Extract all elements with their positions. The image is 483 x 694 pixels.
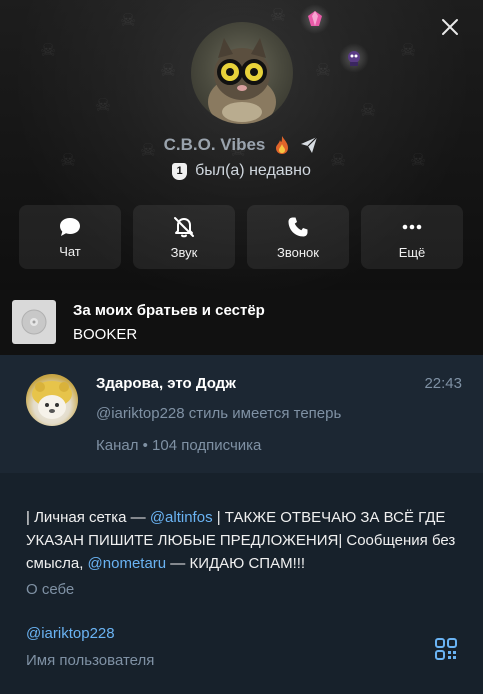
call-button-label: Звонок bbox=[277, 244, 319, 260]
skull-pattern-icon: ☠ bbox=[95, 95, 112, 116]
shield-badge-icon: 1 bbox=[172, 162, 188, 180]
track-cover bbox=[12, 300, 56, 344]
skull-pattern-icon: ☠ bbox=[160, 60, 177, 81]
skull-pattern-icon: ☠ bbox=[40, 40, 57, 61]
bio-text: | Личная сетка — @altinfos | ТАКЖЕ ОТВЕЧ… bbox=[26, 506, 466, 575]
action-buttons: Чат Звук Звонок Ещё bbox=[19, 205, 463, 269]
track-artist: BOOKER bbox=[73, 326, 138, 343]
channel-last-message: @iariktop228 стиль имеется теперь bbox=[96, 405, 342, 422]
skull-pattern-icon: ☠ bbox=[270, 5, 287, 26]
profile-header: ☠ ☠ ☠ ☠ ☠ ☠ ☠ ☠ ☠ ☠ ☠ ☠ ☠ C.B.O. Vibes 1… bbox=[0, 0, 483, 290]
channel-info: Канал • 104 подписчика bbox=[96, 437, 262, 454]
channel-avatar bbox=[26, 374, 78, 426]
gem-icon bbox=[308, 11, 322, 26]
creature-icon bbox=[348, 51, 360, 66]
dog-in-costume-avatar-icon bbox=[32, 381, 72, 419]
profile-info-section: | Личная сетка — @altinfos | ТАКЖЕ ОТВЕЧ… bbox=[0, 473, 483, 694]
more-button[interactable]: Ещё bbox=[361, 205, 463, 269]
profile-name: C.B.O. Vibes bbox=[163, 135, 266, 154]
username-link[interactable]: @iariktop228 bbox=[26, 625, 115, 642]
bell-muted-icon bbox=[174, 216, 194, 237]
qr-code-icon bbox=[435, 638, 457, 660]
bio-link-nometaru[interactable]: @nometaru bbox=[88, 555, 167, 572]
last-seen-status: был(а) недавно bbox=[195, 162, 311, 179]
mute-button-label: Звук bbox=[170, 244, 198, 260]
profile-music-track[interactable]: За моих братьев и сестёр BOOKER bbox=[0, 290, 483, 355]
bio-caption: О себе bbox=[26, 581, 75, 598]
call-button[interactable]: Звонок bbox=[247, 205, 349, 269]
skull-pattern-icon: ☠ bbox=[400, 40, 417, 61]
close-icon bbox=[442, 19, 458, 35]
chat-button-label: Чат bbox=[59, 243, 81, 259]
more-button-label: Ещё bbox=[398, 244, 426, 260]
chat-button[interactable]: Чат bbox=[19, 205, 121, 269]
mute-button[interactable]: Звук bbox=[133, 205, 235, 269]
personal-channel-card[interactable]: Здарова, это Додж 22:43 @iariktop228 сти… bbox=[0, 355, 483, 473]
channel-last-time: 22:43 bbox=[424, 375, 462, 392]
skull-pattern-icon: ☠ bbox=[315, 60, 332, 81]
close-button[interactable] bbox=[437, 14, 463, 40]
cat-with-glasses-avatar-icon bbox=[208, 38, 276, 124]
qr-code-button[interactable] bbox=[434, 637, 458, 661]
skull-pattern-icon: ☠ bbox=[360, 100, 377, 121]
profile-status-row: 1 был(а) недавно bbox=[0, 162, 483, 180]
profile-name-row: C.B.O. Vibes bbox=[0, 135, 483, 155]
username-caption: Имя пользователя bbox=[26, 652, 155, 669]
profile-avatar[interactable] bbox=[191, 22, 293, 124]
send-plane-icon bbox=[301, 136, 318, 153]
bio-text-part: | Личная сетка — bbox=[26, 509, 150, 526]
skull-pattern-icon: ☠ bbox=[120, 10, 137, 31]
chat-bubble-icon bbox=[60, 217, 80, 236]
pink-gem-sticker-icon bbox=[300, 4, 330, 34]
vinyl-disc-icon bbox=[21, 309, 47, 335]
flame-emoji-status-icon[interactable] bbox=[273, 135, 291, 155]
channel-title: Здарова, это Додж bbox=[96, 375, 236, 392]
purple-creature-sticker-icon bbox=[339, 43, 369, 73]
phone-icon bbox=[288, 217, 308, 236]
bio-link-altinfos[interactable]: @altinfos bbox=[150, 509, 213, 526]
bio-text-part: — КИДАЮ СПАМ!!! bbox=[166, 555, 306, 572]
track-title: За моих братьев и сестёр bbox=[73, 302, 265, 319]
more-dots-icon bbox=[402, 224, 422, 229]
